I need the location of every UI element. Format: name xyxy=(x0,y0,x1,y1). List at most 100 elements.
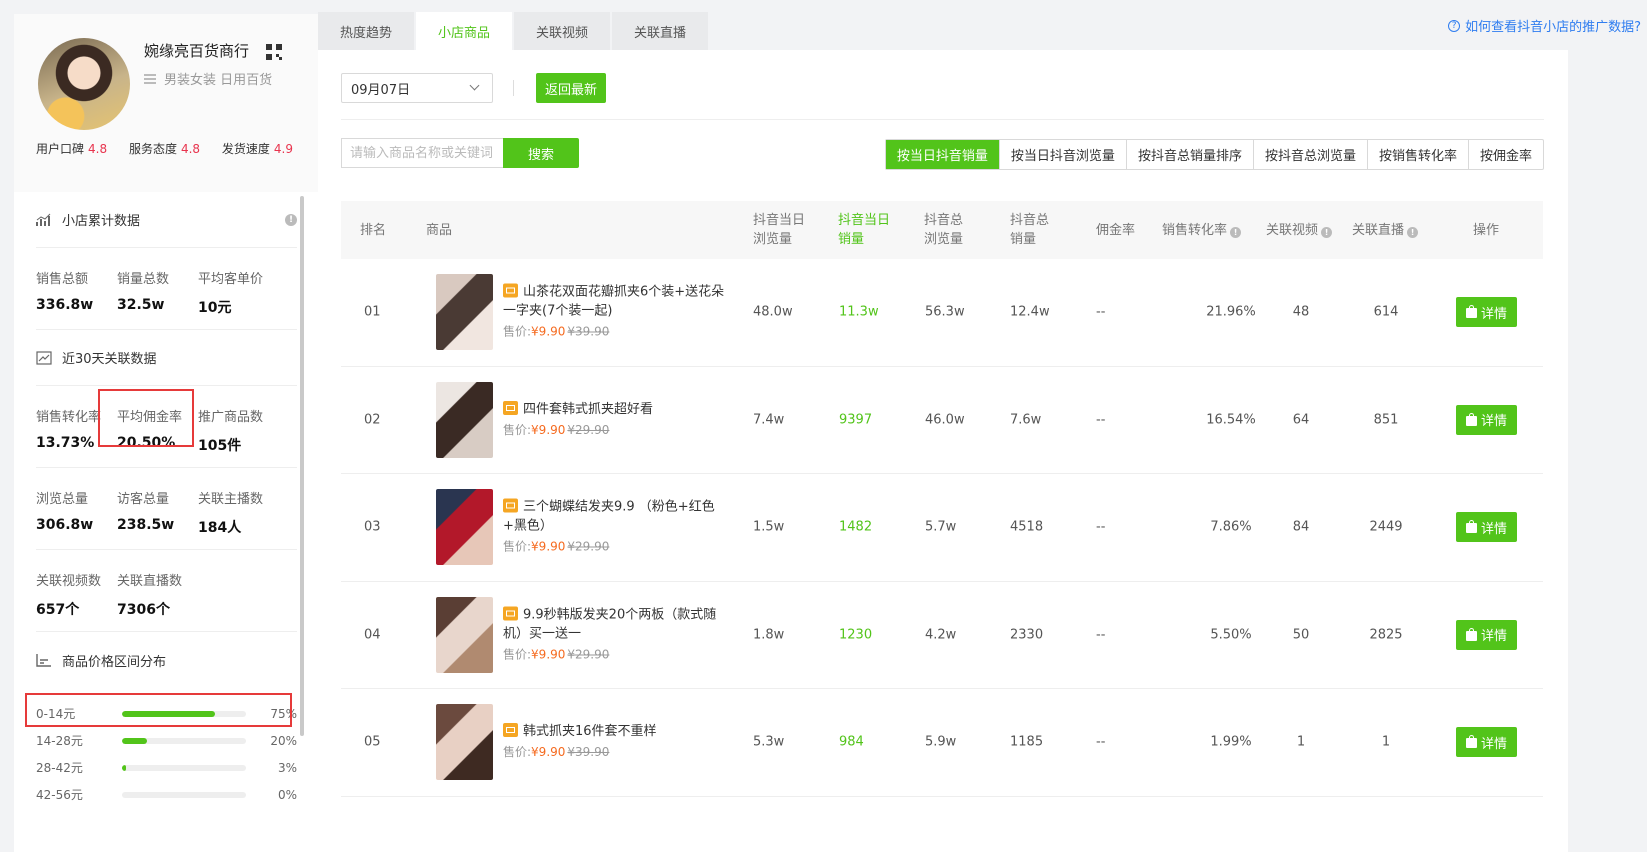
product-thumbnail[interactable] xyxy=(436,274,493,350)
conversion-rate: 21.96% xyxy=(1206,304,1256,320)
conversion-rate: 1.99% xyxy=(1210,734,1252,750)
col-total-sales[interactable]: 抖音总 销量 xyxy=(1010,211,1049,249)
divider xyxy=(341,119,1544,120)
product-name[interactable]: 三个蝴蝶结发夹9.9 （粉色+红色+黑色） xyxy=(503,498,728,536)
price-range-percent: 20% xyxy=(270,733,297,748)
day-views: 5.3w xyxy=(753,734,785,750)
search-input[interactable] xyxy=(341,138,504,168)
related-lives: 851 xyxy=(1373,412,1399,428)
rating-item: 发货速度 4.9 xyxy=(221,142,293,156)
product-info: 山茶花双面花瓣抓夹6个装+送花朵一字夹(7个装一起) 售价:¥9.90 ¥39.90 xyxy=(503,283,728,342)
stat-avg-order-price: 平均客单价 10元 xyxy=(198,272,264,316)
qrcode-icon[interactable] xyxy=(266,44,282,60)
highlight-box-commission xyxy=(98,389,194,447)
info-icon[interactable]: ! xyxy=(1230,226,1242,238)
col-conversion[interactable]: 销售转化率! xyxy=(1162,221,1242,240)
related-videos: 1 xyxy=(1296,734,1306,750)
sort-option-4[interactable]: 按抖音总浏览量 xyxy=(1252,140,1367,169)
total-sales: 2330 xyxy=(1010,627,1044,643)
shop-avatar xyxy=(38,38,130,130)
product-thumbnail[interactable] xyxy=(436,489,493,565)
col-videos[interactable]: 关联视频! xyxy=(1266,221,1333,240)
day-views: 1.8w xyxy=(753,627,785,643)
sort-option-3[interactable]: 按抖音总销量排序 xyxy=(1125,140,1253,169)
shop-ratings: 用户口碑 4.8 服务态度 4.8 发货速度 4.9 xyxy=(36,140,311,157)
col-day-views[interactable]: 抖音当日 浏览量 xyxy=(753,211,805,249)
chevron-down-icon xyxy=(469,80,480,91)
col-rank: 排名 xyxy=(360,222,387,238)
detail-button[interactable]: 详情 xyxy=(1456,297,1517,328)
sort-option-5[interactable]: 按销售转化率 xyxy=(1366,140,1468,169)
col-day-sales[interactable]: 抖音当日 销量 xyxy=(838,211,890,249)
product-price: 售价:¥9.90 ¥39.90 xyxy=(503,324,610,339)
day-views: 48.0w xyxy=(753,304,793,320)
back-to-latest-button[interactable]: 返回最新 xyxy=(536,73,606,103)
tab-2[interactable]: 小店商品 xyxy=(416,12,513,50)
product-price: 售价:¥9.90 ¥39.90 xyxy=(503,745,610,760)
price-section-title: 商品价格区间分布 xyxy=(36,632,297,688)
day-sales: 1482 xyxy=(839,519,873,535)
detail-button[interactable]: 详情 xyxy=(1456,619,1517,650)
product-name[interactable]: 9.9秒韩版发夹20个两板（款式随机）买一送一 xyxy=(503,605,728,643)
product-thumbnail[interactable] xyxy=(436,704,493,780)
day-sales: 11.3w xyxy=(839,304,879,320)
search-button[interactable]: 搜索 xyxy=(503,138,579,168)
recent-stats-row-3: 关联视频数 657个 关联直播数 7306个 xyxy=(36,550,297,632)
related-videos: 50 xyxy=(1292,627,1310,643)
detail-button[interactable]: 详情 xyxy=(1456,727,1517,758)
conversion-rate: 16.54% xyxy=(1206,412,1256,428)
product-name[interactable]: 韩式抓夹16件套不重样 xyxy=(503,722,728,741)
shop-icon xyxy=(503,283,518,298)
table-header: 排名 商品 抖音当日 浏览量 抖音当日 销量 抖音总 浏览量 抖音总 销量 佣金率 销售… xyxy=(341,201,1543,259)
table-row: 05 韩式抓夹16件套不重样 售价:¥9.90 ¥39.90 5.3w 984 5.9w 11… xyxy=(341,689,1543,797)
info-icon[interactable]: ! xyxy=(1321,226,1333,238)
stat-total-sales-count: 销量总数 32.5w xyxy=(117,272,170,313)
product-price: 售价:¥9.90 ¥29.90 xyxy=(503,647,610,662)
total-sales: 12.4w xyxy=(1010,304,1050,320)
related-videos: 48 xyxy=(1292,304,1310,320)
table-row: 04 9.9秒韩版发夹20个两板（款式随机）买一送一售价:¥9.90 ¥29.90 1… xyxy=(341,582,1543,689)
product-info: 韩式抓夹16件套不重样售价:¥9.90 ¥39.90 xyxy=(503,722,728,762)
product-info: 四件套韩式抓夹超好看 售价:¥9.90 ¥29.90 xyxy=(503,400,728,440)
date-select[interactable]: 09月07日 xyxy=(341,73,493,103)
help-link[interactable]: ? 如何查看抖音小店的推广数据? xyxy=(1448,16,1641,35)
total-views: 5.7w xyxy=(925,519,957,535)
stat-promoted-products: 推广商品数 105件 xyxy=(198,410,264,454)
cumulative-stats: 销售总额 336.8w 销量总数 32.5w 平均客单价 10元 xyxy=(36,248,297,330)
shop-icon xyxy=(503,606,518,621)
stat-related-lives: 关联直播数 7306个 xyxy=(117,574,183,618)
rank: 04 xyxy=(364,627,381,643)
rating-item: 服务态度 4.8 xyxy=(128,142,201,156)
product-thumbnail[interactable] xyxy=(436,381,493,458)
col-commission[interactable]: 佣金率 xyxy=(1096,221,1135,240)
sort-option-1[interactable]: 按当日抖音销量 xyxy=(885,140,999,169)
total-views: 46.0w xyxy=(925,412,965,428)
col-total-views[interactable]: 抖音总 浏览量 xyxy=(924,211,963,249)
tab-4[interactable]: 关联直播 xyxy=(612,12,709,50)
conversion-rate: 5.50% xyxy=(1210,627,1252,643)
info-icon[interactable]: ! xyxy=(1407,226,1419,238)
detail-button[interactable]: 详情 xyxy=(1456,404,1517,435)
product-thumbnail[interactable] xyxy=(436,596,493,673)
col-lives[interactable]: 关联直播! xyxy=(1352,221,1419,240)
sort-option-6[interactable]: 按佣金率 xyxy=(1467,140,1543,169)
rank: 02 xyxy=(364,412,381,428)
product-name[interactable]: 山茶花双面花瓣抓夹6个装+送花朵一字夹(7个装一起) xyxy=(503,283,728,321)
commission-rate: -- xyxy=(1096,519,1106,535)
shop-icon xyxy=(503,723,518,738)
stat-total-visitors: 访客总量 238.5w xyxy=(117,492,175,533)
panel-scrollbar[interactable] xyxy=(300,196,304,736)
product-name[interactable]: 四件套韩式抓夹超好看 xyxy=(503,400,728,419)
tab-1[interactable]: 热度趋势 xyxy=(318,12,415,50)
price-range-bar xyxy=(122,791,246,798)
stat-related-videos: 关联视频数 657个 xyxy=(36,574,102,618)
recent-section-title: 近30天关联数据 xyxy=(36,330,297,386)
recent-stats-row-2: 浏览总量 306.8w 访客总量 238.5w 关联主播数 184人 xyxy=(36,468,297,550)
detail-button[interactable]: 详情 xyxy=(1456,512,1517,543)
price-range-label: 28-42元 xyxy=(36,761,83,775)
day-views: 7.4w xyxy=(753,412,785,428)
info-icon[interactable]: ! xyxy=(285,214,297,226)
tab-3[interactable]: 关联视频 xyxy=(514,12,611,50)
main-content: 09月07日 返回最新 搜索 按当日抖音销量按当日抖音浏览量按抖音总销量排序按抖… xyxy=(318,50,1568,852)
sort-option-2[interactable]: 按当日抖音浏览量 xyxy=(998,140,1126,169)
